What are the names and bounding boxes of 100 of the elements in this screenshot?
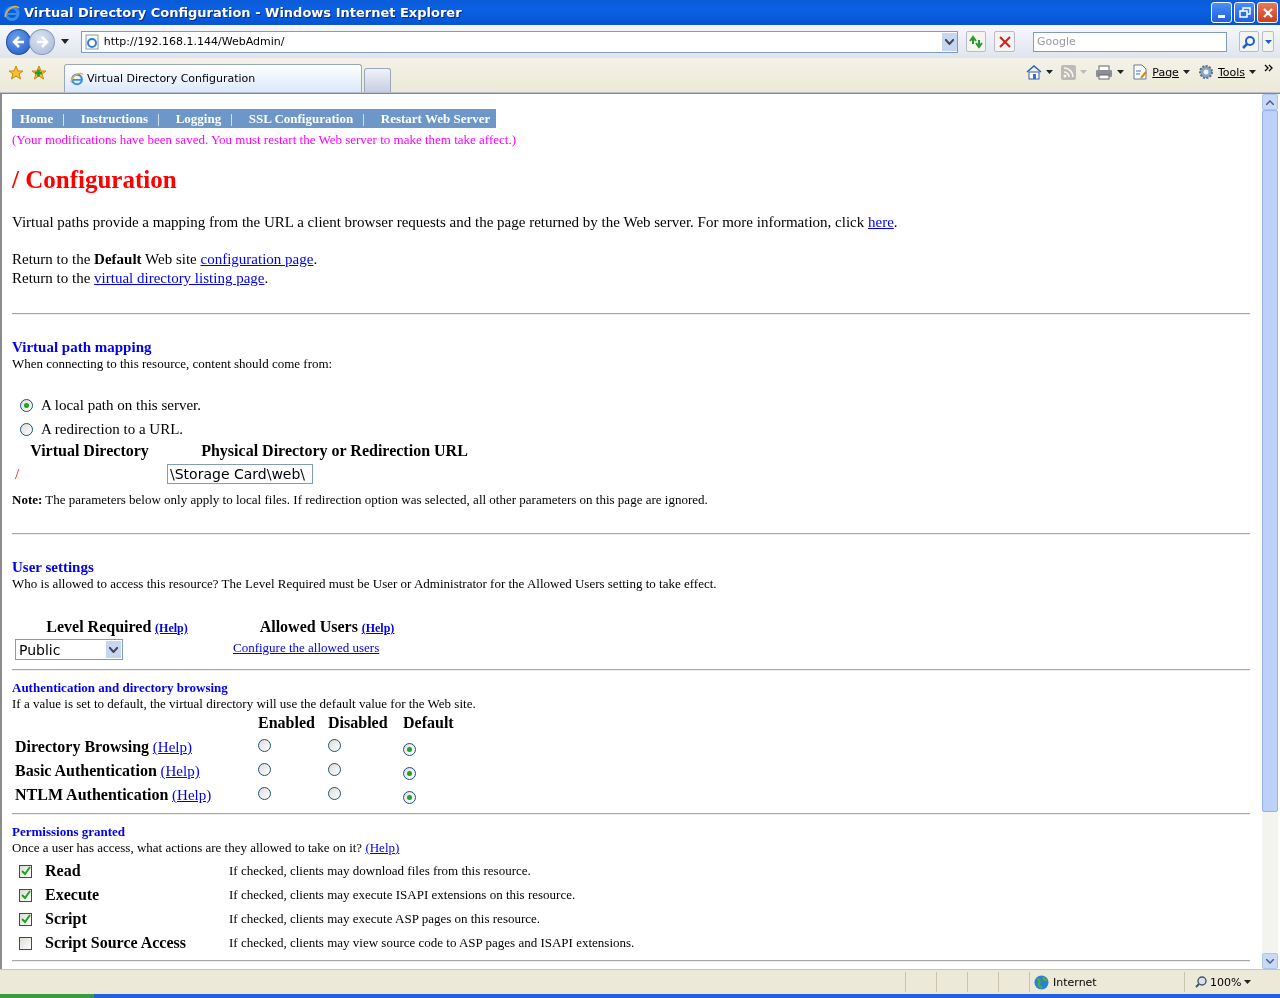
scroll-down-button[interactable] — [1262, 953, 1278, 969]
radio-button[interactable] — [258, 762, 271, 776]
column-header: Allowed Users — [259, 618, 358, 635]
radio-button[interactable] — [258, 786, 271, 800]
permission-description: If checked, clients may view source code to ASP pages and ISAPI extensions. — [229, 935, 635, 951]
more-icon[interactable] — [1264, 64, 1274, 72]
permission-label: Read — [45, 862, 82, 880]
chevron-down-icon — [1266, 958, 1274, 964]
caret-icon — [1182, 70, 1190, 74]
caret-icon — [1249, 70, 1256, 74]
checkmark-icon — [20, 914, 31, 924]
zoom-button[interactable]: 100% — [1184, 972, 1274, 992]
permission-description: If checked, clients may execute ASP pages on this resource. — [229, 911, 541, 927]
gear-icon — [1197, 64, 1214, 80]
chevron-up-icon — [1266, 99, 1274, 105]
address-field[interactable]: http://192.168.1.144/WebAdmin/ — [80, 30, 958, 53]
return-text: Return to the virtual directory listing page. — [12, 269, 270, 288]
section-description: Once a user has access, what actions are they allowed to take on it? — [12, 840, 364, 855]
browser-tab[interactable]: Virtual Directory Configuration — [64, 64, 362, 92]
checkmark-icon — [20, 866, 31, 876]
caret-icon — [1046, 70, 1054, 74]
zoom-icon — [1195, 976, 1207, 988]
radio-button[interactable] — [258, 738, 271, 752]
browser-logo-icon — [4, 4, 20, 21]
permission-description: If checked, clients may execute ISAPI extensions on this resource. — [229, 887, 576, 903]
physical-directory-field[interactable]: \Storage Card\web\ — [167, 464, 313, 484]
column-header: Enabled — [258, 714, 316, 732]
radio-button[interactable] — [403, 790, 416, 804]
nav-separator: | — [62, 110, 65, 127]
setting-label: NTLM Authentication — [15, 786, 169, 803]
page-icon — [83, 33, 100, 50]
permission-label: Script Source Access — [45, 934, 187, 952]
security-zone: Internet — [1053, 975, 1097, 989]
checkbox[interactable] — [19, 912, 32, 926]
refresh-button[interactable] — [965, 31, 987, 52]
caret-icon — [1244, 980, 1252, 984]
radio-button[interactable] — [403, 766, 416, 780]
page-icon — [1132, 64, 1149, 80]
radio-button[interactable] — [403, 742, 416, 756]
section-description: Who is allowed to access this resource? The Level Required must be User or Administrator for the Allowed Users setting to take effect. — [12, 576, 718, 592]
scrollbar-thumb[interactable] — [1262, 110, 1278, 812]
browser-logo-icon — [70, 71, 84, 86]
restore-button[interactable] — [1234, 2, 1255, 23]
help-link[interactable]: (Help) — [172, 787, 212, 803]
refresh-icon — [968, 34, 985, 49]
scroll-up-button[interactable] — [1262, 94, 1278, 110]
minimize-button[interactable] — [1211, 2, 1232, 23]
radio-button[interactable] — [20, 422, 33, 436]
checkbox[interactable] — [19, 936, 32, 950]
nav-separator: | — [157, 110, 160, 127]
page-menu[interactable]: Page — [1132, 64, 1190, 80]
search-field[interactable]: Google — [1032, 31, 1227, 52]
vertical-scrollbar[interactable] — [1262, 94, 1278, 969]
dropdown-caret-icon[interactable] — [60, 39, 69, 44]
back-button[interactable] — [6, 28, 32, 55]
intro-text: Virtual paths provide a mapping from the URL a client browser requests and the page returned by the Web server. For more information, click here. — [12, 214, 899, 231]
radio-button[interactable] — [20, 398, 33, 412]
radio-button[interactable] — [328, 762, 341, 776]
search-icon — [1241, 34, 1256, 49]
radio-button[interactable] — [328, 786, 341, 800]
radio-button[interactable] — [328, 738, 341, 752]
stop-button[interactable] — [994, 31, 1015, 52]
help-link[interactable]: (Help) — [155, 621, 188, 635]
tools-menu[interactable]: Tools — [1197, 64, 1256, 80]
star-icon[interactable] — [8, 65, 24, 81]
print-button[interactable] — [1095, 64, 1125, 80]
help-link[interactable]: (Help) — [160, 763, 200, 779]
radio-label: A redirection to a URL. — [41, 420, 184, 438]
column-header: Disabled — [328, 714, 389, 732]
address-dropdown-button[interactable] — [941, 32, 957, 51]
search-button[interactable] — [1238, 31, 1260, 52]
help-link[interactable]: (Help) — [365, 840, 400, 855]
forward-button[interactable] — [29, 28, 55, 55]
close-button[interactable] — [1257, 2, 1278, 23]
section-description: If a value is set to default, the virtual directory will use the default value for the Web site. — [12, 696, 477, 712]
globe-icon — [1034, 974, 1049, 990]
permission-label: Execute — [45, 886, 101, 904]
caret-icon — [1117, 70, 1125, 74]
feed-icon — [1061, 64, 1077, 80]
checkbox[interactable] — [19, 864, 32, 878]
radio-label: A local path on this server. — [41, 396, 201, 414]
minimize-icon — [1218, 14, 1225, 18]
level-dropdown[interactable]: Public — [15, 639, 123, 660]
configure-users-link[interactable]: Configure the allowed users — [233, 640, 380, 655]
section-title: Authentication and directory browsing — [12, 680, 229, 696]
help-link[interactable]: (Help) — [152, 739, 192, 755]
checkbox[interactable] — [19, 888, 32, 902]
column-header: Physical Directory or Redirection URL — [200, 442, 469, 460]
here-link[interactable]: here — [868, 214, 894, 230]
add-favorite-icon[interactable] — [31, 65, 47, 81]
return-text: Return to the Default Web site configuration page. — [12, 250, 319, 269]
note-text: Note: The parameters below only apply to local files. If redirection option was selected, all other parameters on this page are ignored. — [12, 492, 709, 508]
help-link[interactable]: (Help) — [361, 621, 395, 635]
caret-icon — [1080, 70, 1088, 74]
column-header: Level Required — [46, 618, 152, 635]
search-options-button[interactable] — [1262, 31, 1275, 52]
home-button[interactable] — [1026, 64, 1054, 80]
arrow-left-icon — [11, 34, 26, 49]
close-icon — [998, 35, 1011, 48]
saved-notice: (Your modifications have been saved. You must restart the Web server to make them take affect.) — [12, 132, 518, 148]
